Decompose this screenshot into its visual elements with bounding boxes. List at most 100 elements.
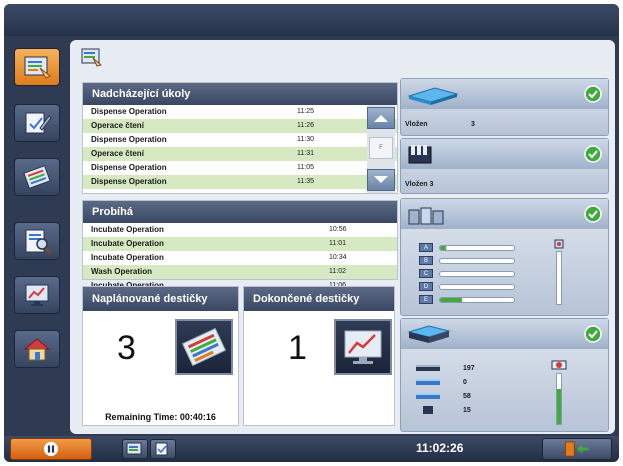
schedule-shortcut-button[interactable] xyxy=(122,439,148,459)
app-window: Nadcházející úkoly Dispense Operation 11:… xyxy=(4,4,619,462)
sidebar-item-plates[interactable] xyxy=(14,158,60,196)
plate-list-icon xyxy=(23,165,51,189)
tip-rack-icon xyxy=(408,145,432,164)
device-status-label: Vložen xyxy=(405,121,428,128)
planned-plates-title: Naplánované destičky xyxy=(83,287,238,311)
task-time: 11:25 xyxy=(297,108,314,115)
device-reagents[interactable]: A B C D E xyxy=(400,198,609,316)
sidebar-item-search[interactable] xyxy=(14,222,60,260)
sidebar-item-home[interactable] xyxy=(14,330,60,368)
task-time: 11:30 xyxy=(297,136,314,143)
device-status-label: Vložen 3 xyxy=(405,181,434,188)
monitor-chart-icon xyxy=(25,284,49,306)
edit-shortcut-button[interactable] xyxy=(150,439,176,459)
schedule-header-icon xyxy=(81,48,102,67)
upcoming-tasks-title: Nadcházející úkoly xyxy=(83,83,397,105)
upcoming-tasks-panel: Nadcházející úkoly Dispense Operation 11:… xyxy=(82,82,398,194)
chevron-down-icon xyxy=(374,176,388,183)
device-header xyxy=(401,79,608,109)
reagent-bottles-icon xyxy=(408,207,444,225)
reagent-e-level xyxy=(439,297,515,303)
sidebar xyxy=(4,40,68,434)
completed-plates-button[interactable] xyxy=(334,319,392,375)
stat-value: 58 xyxy=(463,393,471,400)
table-row[interactable]: Incubate Operation 10:34 xyxy=(83,251,397,265)
container-icon xyxy=(423,406,433,414)
schedule-screen-icon xyxy=(24,56,51,79)
device-washer[interactable]: 197 0 58 15 xyxy=(400,318,609,432)
reagent-vertical-level xyxy=(556,251,562,305)
task-time: 11:35 xyxy=(297,178,314,185)
running-tasks-panel: Probíhá Incubate Operation 10:56 Incubate… xyxy=(82,200,398,290)
planned-plates-card[interactable]: Naplánované destičky 3 Remaining Time: 0… xyxy=(82,286,239,426)
table-row[interactable]: Dispense Operation 11:30 xyxy=(83,133,397,147)
table-row[interactable]: Dispense Operation 11:05 xyxy=(83,161,397,175)
table-row[interactable]: Dispense Operation 11:25 xyxy=(83,105,397,119)
reagent-a-label: A xyxy=(419,243,433,252)
task-name: Incubate Operation xyxy=(91,239,164,248)
sidebar-item-edit[interactable] xyxy=(14,104,60,142)
pause-button[interactable] xyxy=(10,438,92,460)
table-row[interactable]: Operace čtení 11:31 xyxy=(83,147,397,161)
task-name: Dispense Operation xyxy=(91,163,167,172)
completed-plates-title: Dokončené destičky xyxy=(244,287,394,311)
ok-check-icon xyxy=(584,205,602,223)
device-tip-rack[interactable]: Vložen 3 xyxy=(400,138,609,194)
table-row[interactable]: Incubate Operation 10:56 xyxy=(83,223,397,237)
level-fill xyxy=(440,298,463,302)
task-name: Wash Operation xyxy=(91,267,153,276)
running-tasks-title: Probíhá xyxy=(83,201,397,223)
plate-count-icon xyxy=(416,379,440,385)
device-header xyxy=(401,199,608,229)
stat-value: 0 xyxy=(463,379,467,386)
stat-value: 197 xyxy=(463,365,475,372)
monitor-chart-icon xyxy=(344,330,382,364)
planned-plates-button[interactable] xyxy=(175,319,233,375)
task-time: 10:56 xyxy=(329,226,347,233)
edit-document-icon xyxy=(155,442,168,456)
chevron-up-icon xyxy=(374,115,388,122)
table-row[interactable]: Incubate Operation 11:01 xyxy=(83,237,397,251)
ok-check-icon xyxy=(584,145,602,163)
reagent-d-level xyxy=(439,284,515,290)
level-fill xyxy=(557,389,561,424)
top-bar xyxy=(4,4,619,36)
task-time: 11:02 xyxy=(329,268,346,275)
task-time: 11:01 xyxy=(329,240,346,247)
level-fill xyxy=(440,246,446,250)
task-name: Operace čtení xyxy=(91,121,144,130)
task-time: 11:26 xyxy=(297,122,314,129)
sidebar-item-overview[interactable] xyxy=(14,48,60,86)
reagent-c-label: C xyxy=(419,269,433,278)
reagent-c-level xyxy=(439,271,515,277)
reagent-a-level xyxy=(439,245,515,251)
waste-bottle-icon xyxy=(551,360,567,370)
task-time: 11:31 xyxy=(297,150,314,157)
device-status-value: 3 xyxy=(471,121,475,128)
reagent-b-level xyxy=(439,258,515,264)
exit-door-icon xyxy=(564,441,589,457)
remaining-time: Remaining Time: 00:40:16 xyxy=(105,412,216,422)
task-time: 11:05 xyxy=(297,164,314,171)
washer-icon xyxy=(407,325,451,343)
reagent-d-label: D xyxy=(419,282,433,291)
table-row[interactable]: Dispense Operation 11:35 xyxy=(83,175,397,189)
scroll-up-button[interactable] xyxy=(367,107,395,129)
schedule-screen-icon xyxy=(126,442,142,455)
scrollbar-thumb[interactable]: F xyxy=(369,137,393,159)
device-plate-stacker[interactable]: Vložen 3 xyxy=(400,78,609,136)
home-icon xyxy=(23,338,51,361)
exit-button[interactable] xyxy=(542,438,612,460)
search-document-icon xyxy=(25,229,51,254)
sidebar-item-reports[interactable] xyxy=(14,276,60,314)
reagent-b-label: B xyxy=(419,256,433,265)
scroll-down-button[interactable] xyxy=(367,169,395,191)
completed-plates-card[interactable]: Dokončené destičky 1 xyxy=(243,286,395,426)
table-row[interactable]: Wash Operation 11:02 xyxy=(83,265,397,279)
pause-icon xyxy=(43,441,59,457)
task-name: Dispense Operation xyxy=(91,107,167,116)
table-row[interactable]: Operace čtení 11:26 xyxy=(83,119,397,133)
reagent-e-label: E xyxy=(419,295,433,304)
plate-icon xyxy=(407,87,459,105)
main-panel: Nadcházející úkoly Dispense Operation 11:… xyxy=(70,40,615,434)
